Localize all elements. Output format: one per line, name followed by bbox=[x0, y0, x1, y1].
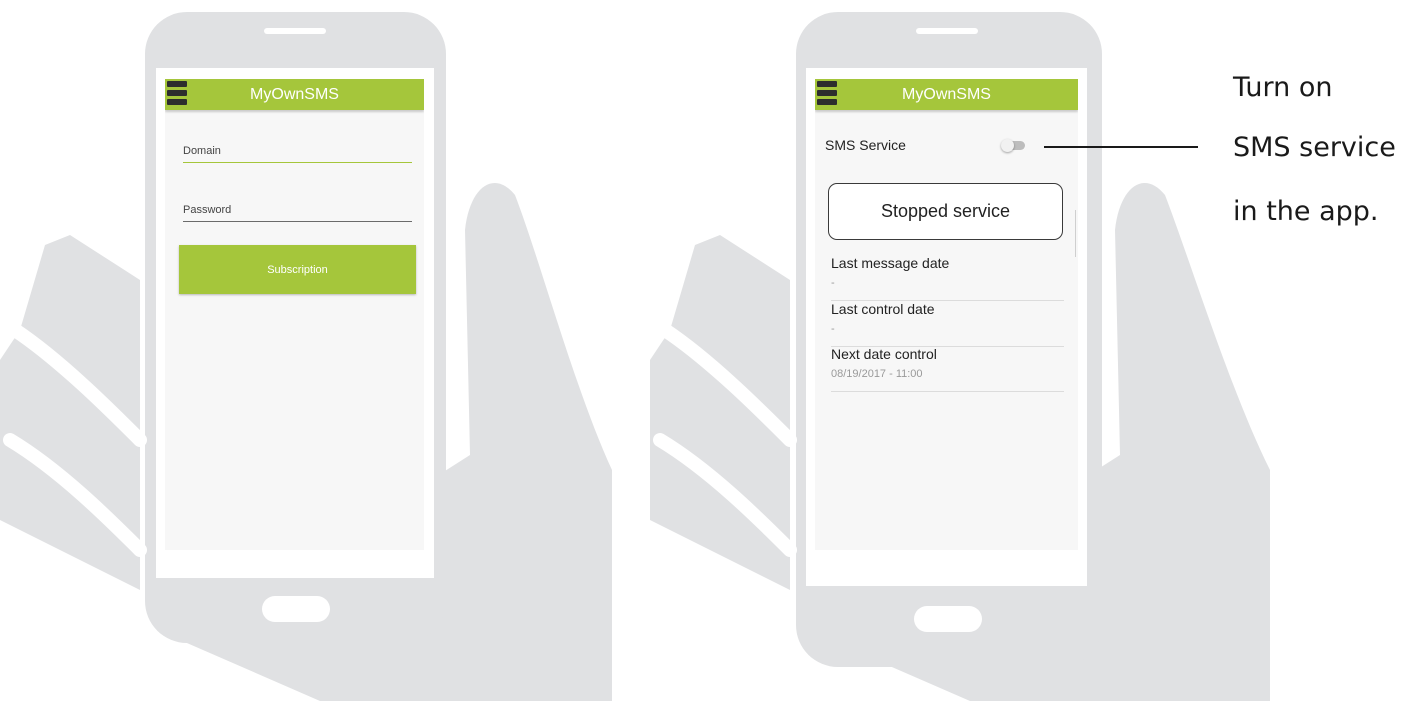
left-home-button bbox=[262, 596, 330, 622]
last-message-date-row: Last message date - bbox=[831, 255, 1064, 301]
subscription-button[interactable]: Subscription bbox=[179, 245, 416, 294]
right-home-button bbox=[914, 606, 982, 632]
toggle-thumb bbox=[1001, 139, 1014, 152]
app-bar: MyOwnSMS bbox=[165, 79, 424, 110]
info-value: 08/19/2017 - 11:00 bbox=[831, 368, 923, 380]
callout-connector-line bbox=[1044, 146, 1198, 148]
info-label: Last control date bbox=[831, 301, 935, 317]
sms-service-label: SMS Service bbox=[825, 137, 906, 153]
scrollbar[interactable] bbox=[1075, 210, 1076, 257]
caption-line-1: Turn on bbox=[1233, 72, 1333, 103]
last-control-date-row: Last control date - bbox=[831, 301, 1064, 347]
caption-line-2: SMS service bbox=[1233, 132, 1396, 163]
left-phone-screen: MyOwnSMS Subscription bbox=[165, 79, 424, 550]
info-label: Last message date bbox=[831, 255, 950, 271]
sms-service-toggle[interactable] bbox=[1001, 139, 1025, 152]
info-value: - bbox=[831, 277, 835, 289]
password-input[interactable] bbox=[183, 204, 412, 222]
next-date-control-row: Next date control 08/19/2017 - 11:00 bbox=[831, 346, 1064, 392]
right-speaker bbox=[916, 28, 978, 34]
app-title: MyOwnSMS bbox=[250, 86, 339, 103]
info-value: - bbox=[831, 323, 835, 335]
caption-line-3: in the app. bbox=[1233, 196, 1379, 227]
left-speaker bbox=[264, 28, 326, 34]
app-title: MyOwnSMS bbox=[902, 86, 991, 103]
right-phone-screen: MyOwnSMS SMS Service Stopped service Las… bbox=[815, 79, 1078, 550]
service-status-button[interactable]: Stopped service bbox=[828, 183, 1063, 240]
app-bar: MyOwnSMS bbox=[815, 79, 1078, 110]
domain-input[interactable] bbox=[183, 145, 412, 163]
info-label: Next date control bbox=[831, 346, 937, 362]
